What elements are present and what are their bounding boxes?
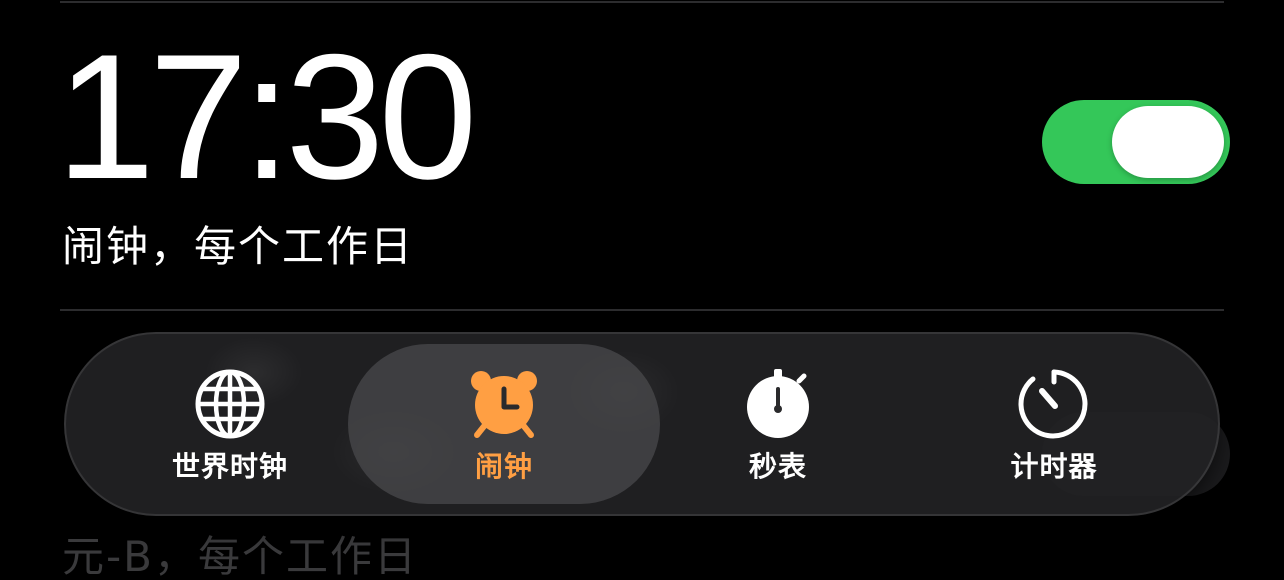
tab-label: 计时器	[1010, 450, 1098, 483]
alarm-label-partial: 元-B，每个工作日	[62, 532, 418, 580]
alarm-label: 闹钟，每个工作日	[62, 222, 415, 271]
toggle-knob	[1112, 106, 1224, 178]
stopwatch-icon	[747, 369, 809, 438]
alarm-time: 17:30	[56, 17, 477, 216]
alarm-row[interactable]: 17:30 闹钟，每个工作日	[0, 0, 1284, 310]
timer-icon	[1018, 369, 1088, 439]
alarm-toggle[interactable]	[1042, 100, 1230, 184]
tab-stopwatch[interactable]: 秒表	[628, 344, 928, 504]
clock-app-screen: 17:30 闹钟，每个工作日 元-B，每个工作日 世界时钟 闹钟 秒表 计时器	[0, 0, 1284, 580]
tab-label: 秒表	[748, 450, 807, 483]
globe-icon	[195, 369, 265, 439]
tab-label: 闹钟	[474, 450, 533, 483]
tab-world-clock[interactable]: 世界时钟	[80, 344, 380, 504]
tab-bar: 世界时钟 闹钟 秒表 计时器	[64, 332, 1220, 516]
tab-label: 世界时钟	[171, 450, 288, 483]
tab-timer[interactable]: 计时器	[904, 344, 1204, 504]
tab-alarm[interactable]: 闹钟	[348, 344, 660, 504]
alarm-clock-icon	[471, 371, 537, 438]
